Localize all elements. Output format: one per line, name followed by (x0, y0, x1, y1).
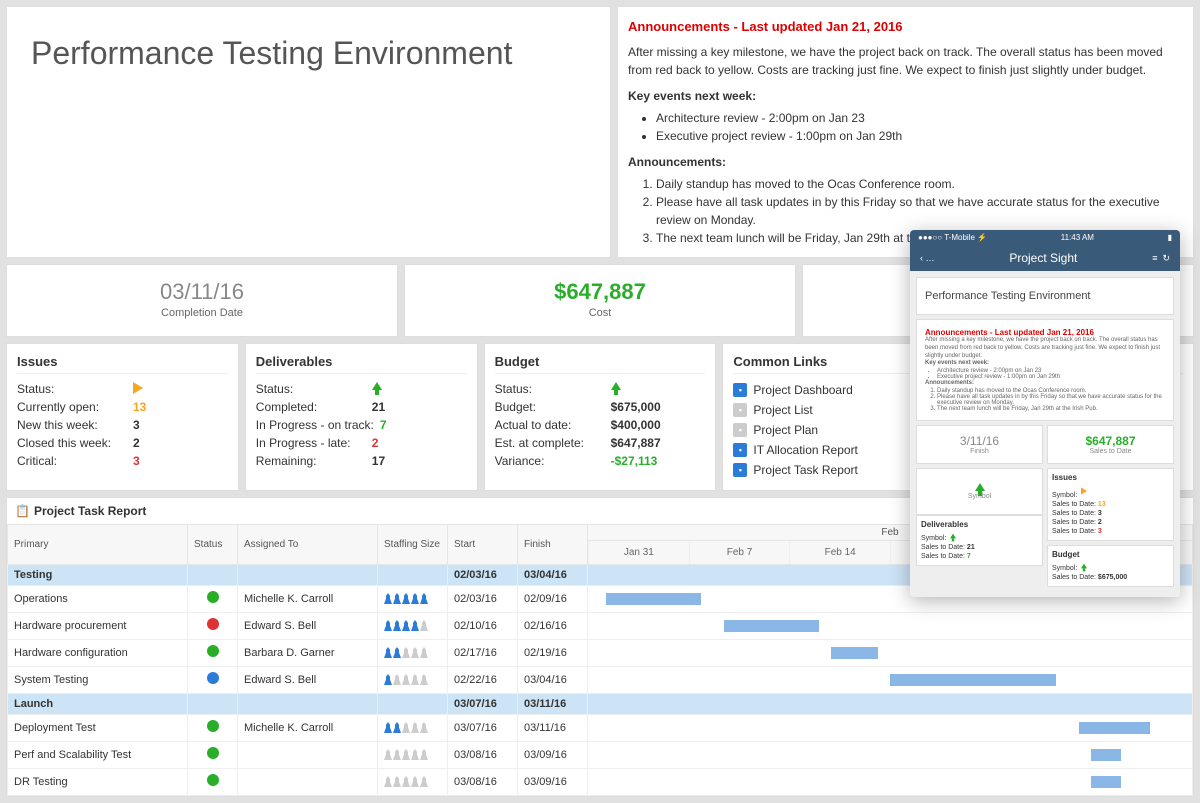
gantt-bar (890, 674, 1056, 686)
status-dot (207, 774, 219, 786)
kv-row: In Progress - late:2 (256, 434, 467, 452)
phone-kpi-sales: $647,887Sales to Date (1047, 425, 1174, 464)
deliverables-card: Deliverables Status: Completed:21In Prog… (245, 343, 478, 491)
table-row[interactable]: Perf and Scalability Test03/08/1603/09/1… (8, 741, 1193, 768)
staffing-icon (384, 722, 441, 733)
table-row[interactable]: DR Testing03/08/1603/09/16 (8, 768, 1193, 795)
events-heading: Key events next week: (628, 87, 1183, 105)
kpi-completion-value: 03/11/16 (21, 279, 383, 305)
kv-row: Budget:$675,000 (495, 398, 706, 416)
kv-row: Est. at complete:$647,887 (495, 434, 706, 452)
doc-icon: ▪ (733, 423, 747, 437)
issues-card: Issues Status: Currently open:13New this… (6, 343, 239, 491)
kpi-completion: 03/11/16 Completion Date (6, 264, 398, 337)
status-dot (207, 645, 219, 657)
phone-kpi-finish: 3/11/16Finish (916, 425, 1043, 464)
events-list: Architecture review - 2:00pm on Jan 23Ex… (656, 109, 1183, 145)
kpi-completion-label: Completion Date (21, 307, 383, 319)
gantt-bar (606, 593, 701, 605)
kv-row: New this week:3 (17, 416, 228, 434)
kv-row: Critical:3 (17, 452, 228, 470)
announcement-item: Please have all task updates in by this … (656, 193, 1183, 229)
budget-card: Budget Status: Budget:$675,000Actual to … (484, 343, 717, 491)
gantt-bar (1091, 776, 1121, 788)
kpi-cost-value: $647,887 (419, 279, 781, 305)
gantt-bar (1091, 749, 1121, 761)
arrow-right-icon (133, 382, 143, 394)
kv-row: Variance:-$27,113 (495, 452, 706, 470)
kv-row: Currently open:13 (17, 398, 228, 416)
staffing-icon (384, 647, 441, 658)
status-dot (207, 618, 219, 630)
battery-icon: ▮ (1168, 233, 1172, 242)
gantt-bar (1079, 722, 1150, 734)
table-row[interactable]: Hardware procurementEdward S. Bell02/10/… (8, 612, 1193, 639)
phone-kpi-symbol: Symbol (916, 468, 1043, 515)
phone-deliverables: DeliverablesSymbol: Sales to Date: 21Sal… (916, 515, 1043, 566)
table-row[interactable]: System TestingEdward S. Bell02/22/1603/0… (8, 666, 1193, 693)
kv-row: Closed this week:2 (17, 434, 228, 452)
staffing-icon (384, 776, 441, 787)
status-dot (207, 591, 219, 603)
staffing-icon (384, 620, 441, 631)
table-row[interactable]: Hardware configurationBarbara D. Garner0… (8, 639, 1193, 666)
kv-row: Remaining:17 (256, 452, 467, 470)
phone-title: Performance Testing Environment (925, 286, 1165, 306)
kpi-cost: $647,887 Cost (404, 264, 796, 337)
issues-title: Issues (17, 354, 228, 374)
gantt-bar (831, 647, 878, 659)
phone-statusbar: ●●●○○ T-Mobile ⚡ 11:43 AM ▮ (910, 230, 1180, 245)
status-dot (207, 720, 219, 732)
event-item: Architecture review - 2:00pm on Jan 23 (656, 109, 1183, 127)
announcements-summary: After missing a key milestone, we have t… (628, 43, 1183, 79)
announcement-item: Daily standup has moved to the Ocas Conf… (656, 175, 1183, 193)
doc-icon: ▪ (733, 383, 747, 397)
announcements-heading: Announcements - Last updated Jan 21, 201… (628, 17, 1183, 37)
title-card: Performance Testing Environment (6, 6, 611, 258)
staffing-icon (384, 674, 441, 685)
kv-row: Completed:21 (256, 398, 467, 416)
gantt-bar (724, 620, 819, 632)
arrow-up-icon (611, 382, 621, 390)
table-row[interactable]: Launch03/07/1603/11/16 (8, 693, 1193, 714)
doc-icon: ▪ (733, 463, 747, 477)
page-title: Performance Testing Environment (31, 35, 586, 72)
ann-subheading: Announcements: (628, 153, 1183, 171)
event-item: Executive project review - 1:00pm on Jan… (656, 127, 1183, 145)
arrow-up-icon (975, 483, 985, 491)
kpi-cost-label: Cost (419, 307, 781, 319)
deliverables-title: Deliverables (256, 354, 467, 374)
doc-icon: ▪ (733, 443, 747, 457)
report-icon: 📋 (15, 504, 30, 518)
status-dot (207, 747, 219, 759)
phone-nav-title: Project Sight (1009, 251, 1077, 265)
table-row[interactable]: Deployment TestMichelle K. Carroll03/07/… (8, 714, 1193, 741)
kv-row: Actual to date:$400,000 (495, 416, 706, 434)
phone-preview: ●●●○○ T-Mobile ⚡ 11:43 AM ▮ ‹ … Project … (910, 230, 1180, 597)
phone-menu-icons[interactable]: ≡ ↻ (1152, 253, 1170, 264)
phone-budget: BudgetSymbol: Sales to Date: $675,000 (1047, 545, 1174, 587)
phone-navbar: ‹ … Project Sight ≡ ↻ (910, 245, 1180, 271)
phone-issues: IssuesSymbol: Sales to Date: 13Sales to … (1047, 468, 1174, 541)
status-dot (207, 672, 219, 684)
staffing-icon (384, 749, 441, 760)
kv-row: In Progress - on track:7 (256, 416, 467, 434)
phone-back-button[interactable]: ‹ … (920, 253, 935, 263)
staffing-icon (384, 593, 441, 604)
arrow-up-icon (372, 382, 382, 390)
doc-icon: ▪ (733, 403, 747, 417)
budget-title: Budget (495, 354, 706, 374)
announcements-card: Announcements - Last updated Jan 21, 201… (617, 6, 1194, 258)
